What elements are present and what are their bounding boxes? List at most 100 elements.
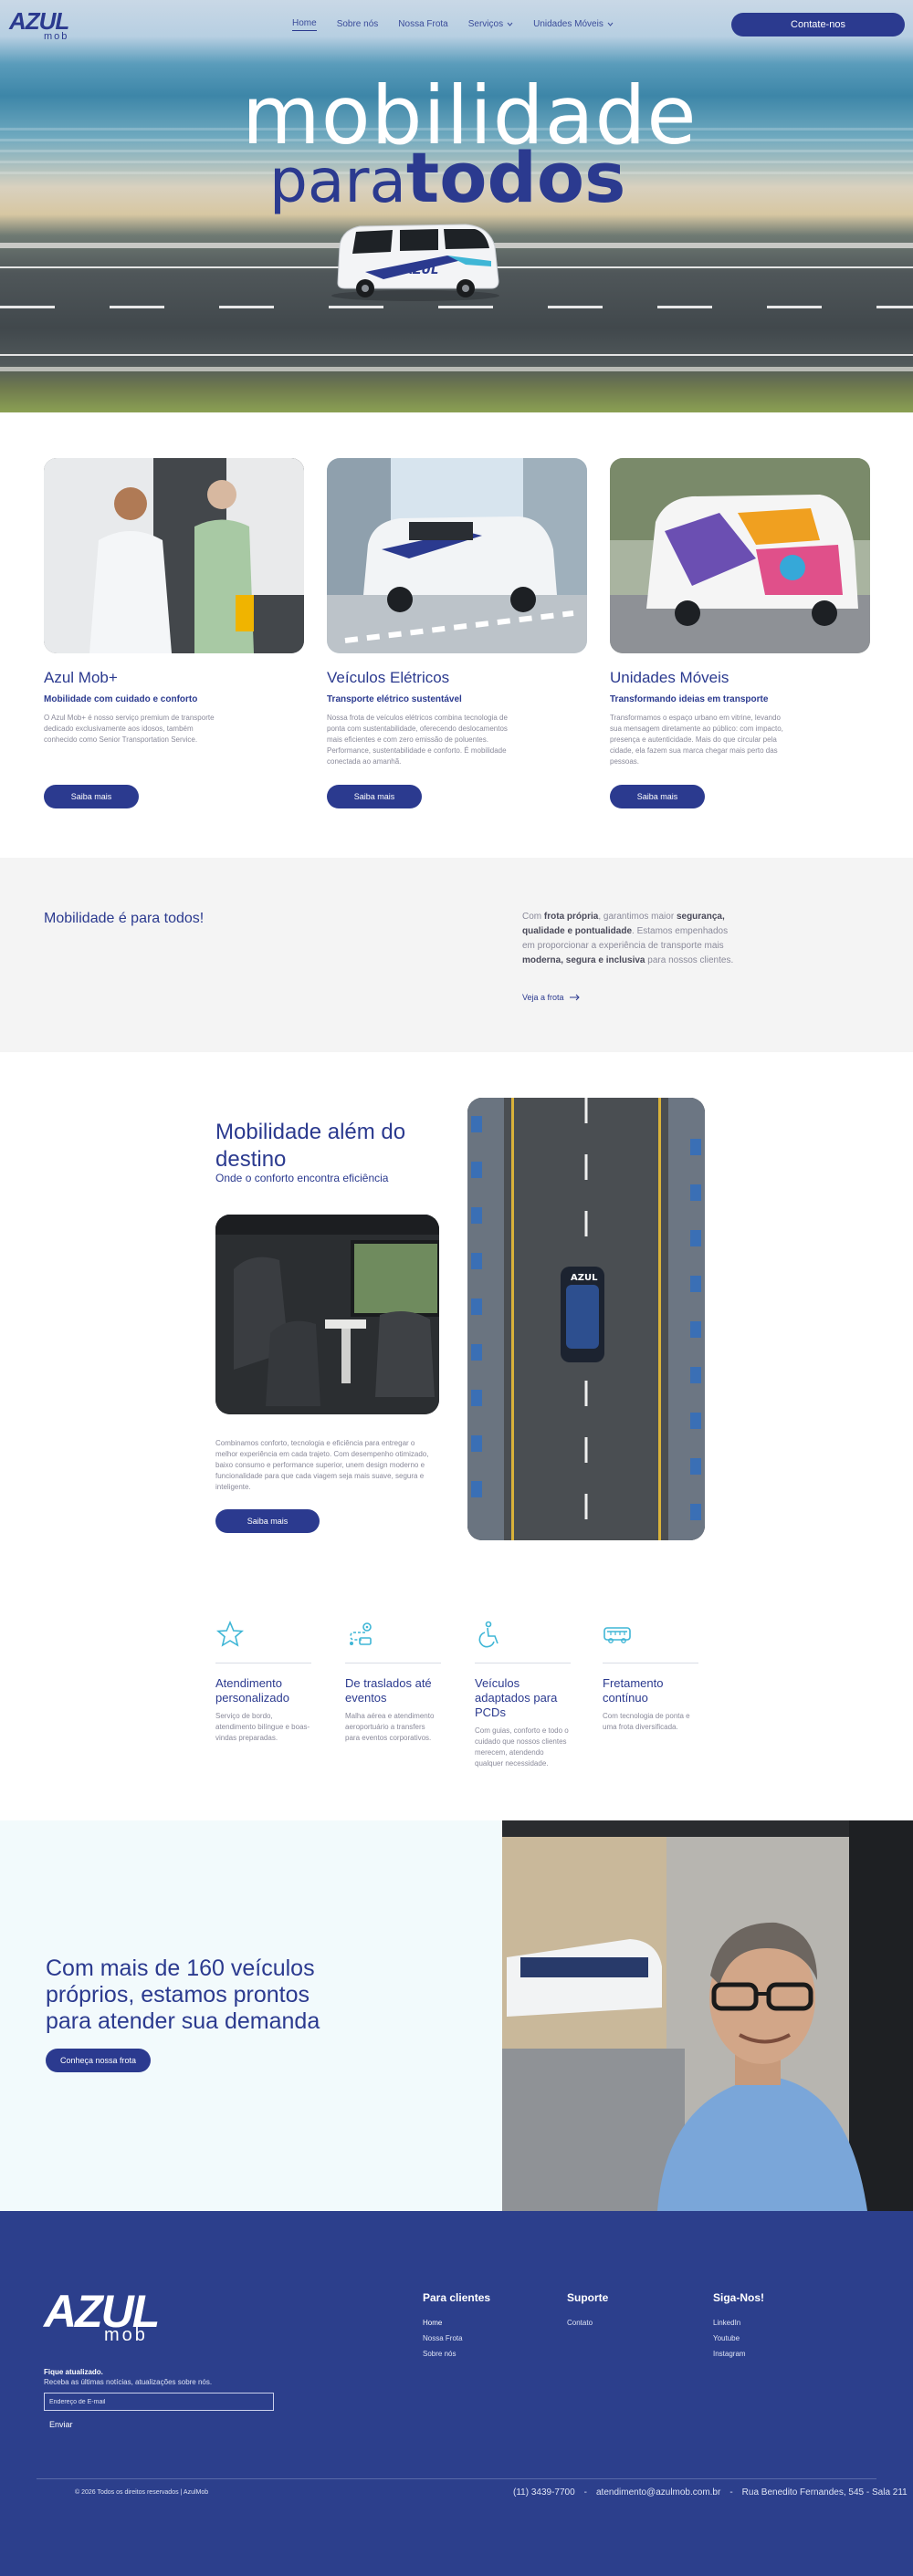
feature-pcd: Veículos adaptados para PCDs Com guias, … [475, 1620, 571, 1769]
nav-item-sobre-nos[interactable]: Sobre nós [337, 18, 379, 31]
saiba-mais-button[interactable]: Saiba mais [215, 1509, 320, 1533]
see-fleet-label: Veja a frota [522, 993, 564, 1002]
band-title: Mobilidade é para todos! [44, 911, 205, 926]
card-title: Azul Mob+ [44, 669, 118, 686]
service-card-azul-mob: Azul Mob+ Mobilidade com cuidado e confo… [44, 458, 304, 808]
footer-separator: - [583, 2487, 587, 2498]
footer-phone[interactable]: (11) 3439-7700 [513, 2487, 575, 2498]
contact-button[interactable]: Contate-nos [731, 13, 905, 37]
nav-item-unidades-moveis[interactable]: Unidades Móveis [533, 18, 614, 31]
mission-band: Mobilidade é para todos! Com frota própr… [0, 858, 913, 1052]
fleet-section: Com mais de 160 veículos próprios, estam… [0, 1820, 913, 2211]
footer-separator: - [729, 2487, 733, 2498]
feature-description: Serviço de bordo, atendimento bilíngue e… [215, 1712, 310, 1742]
feature-traslados: De traslados até eventos Malha aérea e a… [345, 1620, 441, 1744]
guard-rail-lower [0, 367, 913, 371]
arrow-right-icon [569, 994, 580, 1001]
footer-logo[interactable]: AZUL mob [44, 2289, 172, 2351]
footer-link-sobre-nos[interactable]: Sobre nós [423, 2350, 490, 2358]
footer-col-title: Para clientes [423, 2291, 491, 2304]
brand-logo[interactable]: AZUL mob [9, 7, 73, 44]
feature-title: Fretamento contínuo [603, 1676, 664, 1705]
brand-logo-main: AZUL [9, 7, 69, 35]
hero-section: mobilidade paratodos AZUL AZUL mob Home … [0, 0, 913, 412]
footer-col-title: Siga-Nos! [713, 2291, 765, 2304]
card-title: Veículos Elétricos [327, 669, 450, 686]
feature-description: Com tecnologia de ponta e uma frota dive… [603, 1712, 690, 1731]
newsletter-send-button[interactable]: Enviar [49, 2420, 73, 2429]
service-card-veiculos-eletricos: Veículos Elétricos Transporte elétrico s… [327, 458, 587, 808]
footer-logo-sub: mob [104, 2325, 148, 2345]
card-subtitle: Transformando ideias em transporte [610, 694, 769, 704]
star-icon [215, 1620, 245, 1647]
nav-item-label: Serviços [467, 18, 504, 29]
nav-item-label: Nossa Frota [398, 18, 448, 29]
road-edge-lower [0, 354, 913, 356]
feature-fretamento: Fretamento contínuo Com tecnologia de po… [603, 1620, 698, 1733]
nav-item-servicos[interactable]: Serviços [468, 18, 513, 31]
beyond-title: Mobilidade além do destino [215, 1120, 406, 1172]
service-card-unidades-moveis: Unidades Móveis Transformando ideias em … [610, 458, 870, 808]
wheelchair-icon [478, 1621, 498, 1648]
feature-description: Com guias, conforto e todo o cuidado que… [475, 1726, 569, 1768]
card-subtitle: Mobilidade com cuidado e conforto [44, 694, 198, 704]
chevron-down-icon [507, 22, 513, 26]
card-description: O Azul Mob+ é nosso serviço premium de t… [44, 714, 215, 744]
hero-title-para: para [269, 146, 406, 216]
brand-logo-sub: mob [44, 31, 69, 42]
footer-contact: (11) 3439-7700 - atendimento@azulmob.com… [513, 2487, 908, 2498]
main-menu: Home Sobre nós Nossa Frota Serviços Unid… [292, 18, 614, 31]
newsletter-email-input[interactable] [44, 2393, 274, 2411]
aerial-road-image: AZUL [467, 1098, 705, 1540]
road-lane-marks [0, 306, 913, 308]
transfer-route-icon [350, 1622, 372, 1645]
electric-van-image [327, 458, 587, 653]
hero-van-image: AZUL [331, 224, 499, 301]
beyond-subtitle: Onde o conforto encontra eficiência [215, 1172, 389, 1184]
footer-link-contato[interactable]: Contato [567, 2319, 608, 2327]
nav-item-nossa-frota[interactable]: Nossa Frota [398, 18, 447, 31]
footer-link-youtube[interactable]: Youtube [713, 2334, 764, 2342]
footer-link-linkedin[interactable]: LinkedIn [713, 2319, 764, 2327]
aerial-van-label: AZUL [571, 1273, 598, 1283]
footer-divider [37, 2478, 876, 2479]
card-description: Transformamos o espaço urbano em vitrine… [610, 714, 783, 766]
beyond-description: Combinamos conforto, tecnologia e eficiê… [215, 1439, 429, 1491]
van-interior-image [215, 1215, 439, 1414]
newsletter-text: Receba as últimas notícias, atualizações… [44, 2378, 213, 2386]
footer-email[interactable]: atendimento@azulmob.com.br [596, 2487, 720, 2498]
feature-title: Atendimento personalizado [215, 1676, 289, 1705]
nav-item-label: Sobre nós [336, 18, 379, 29]
feature-description: Malha aérea e atendimento aeroportuário … [345, 1712, 435, 1742]
footer-link-instagram[interactable]: Instagram [713, 2350, 764, 2358]
mobile-unit-image [610, 458, 870, 653]
see-fleet-button[interactable]: Conheça nossa frota [46, 2049, 151, 2072]
hero-title-line2: paratodos [269, 143, 625, 216]
footer-col-title: Suporte [567, 2291, 609, 2304]
feature-atendimento: Atendimento personalizado Serviço de bor… [215, 1620, 311, 1744]
saiba-mais-button[interactable]: Saiba mais [327, 785, 422, 808]
azul-mob-image [44, 458, 304, 653]
footer-link-nossa-frota[interactable]: Nossa Frota [423, 2334, 490, 2342]
footer: AZUL mob Fique atualizado. Receba as últ… [0, 2211, 913, 2576]
footer-col-suporte: Suporte Contato [567, 2291, 608, 2334]
card-title: Unidades Móveis [610, 669, 729, 686]
bus-icon [603, 1627, 631, 1643]
feature-title: De traslados até eventos [345, 1676, 432, 1705]
nav-item-label: Unidades Móveis [533, 18, 603, 29]
footer-col-clientes: Para clientes Home Nossa Frota Sobre nós [423, 2291, 490, 2365]
fleet-title: Com mais de 160 veículos próprios, estam… [46, 1955, 320, 2034]
saiba-mais-button[interactable]: Saiba mais [610, 785, 705, 808]
saiba-mais-button[interactable]: Saiba mais [44, 785, 139, 808]
footer-address: Rua Benedito Fernandes, 545 - Sala 211 [741, 2487, 908, 2498]
footer-col-social: Siga-Nos! LinkedIn Youtube Instagram [713, 2291, 764, 2365]
footer-link-home[interactable]: Home [423, 2319, 490, 2327]
top-nav: AZUL mob Home Sobre nós Nossa Frota Serv… [0, 0, 913, 51]
hero-title-todos: todos [405, 137, 626, 218]
hero-van-label: AZUL [403, 264, 438, 277]
driver-image [502, 1820, 913, 2211]
newsletter-title: Fique atualizado. [44, 2368, 103, 2376]
chevron-down-icon [607, 22, 614, 26]
see-fleet-link[interactable]: Veja a frota [522, 993, 581, 1002]
nav-item-home[interactable]: Home [292, 18, 317, 31]
